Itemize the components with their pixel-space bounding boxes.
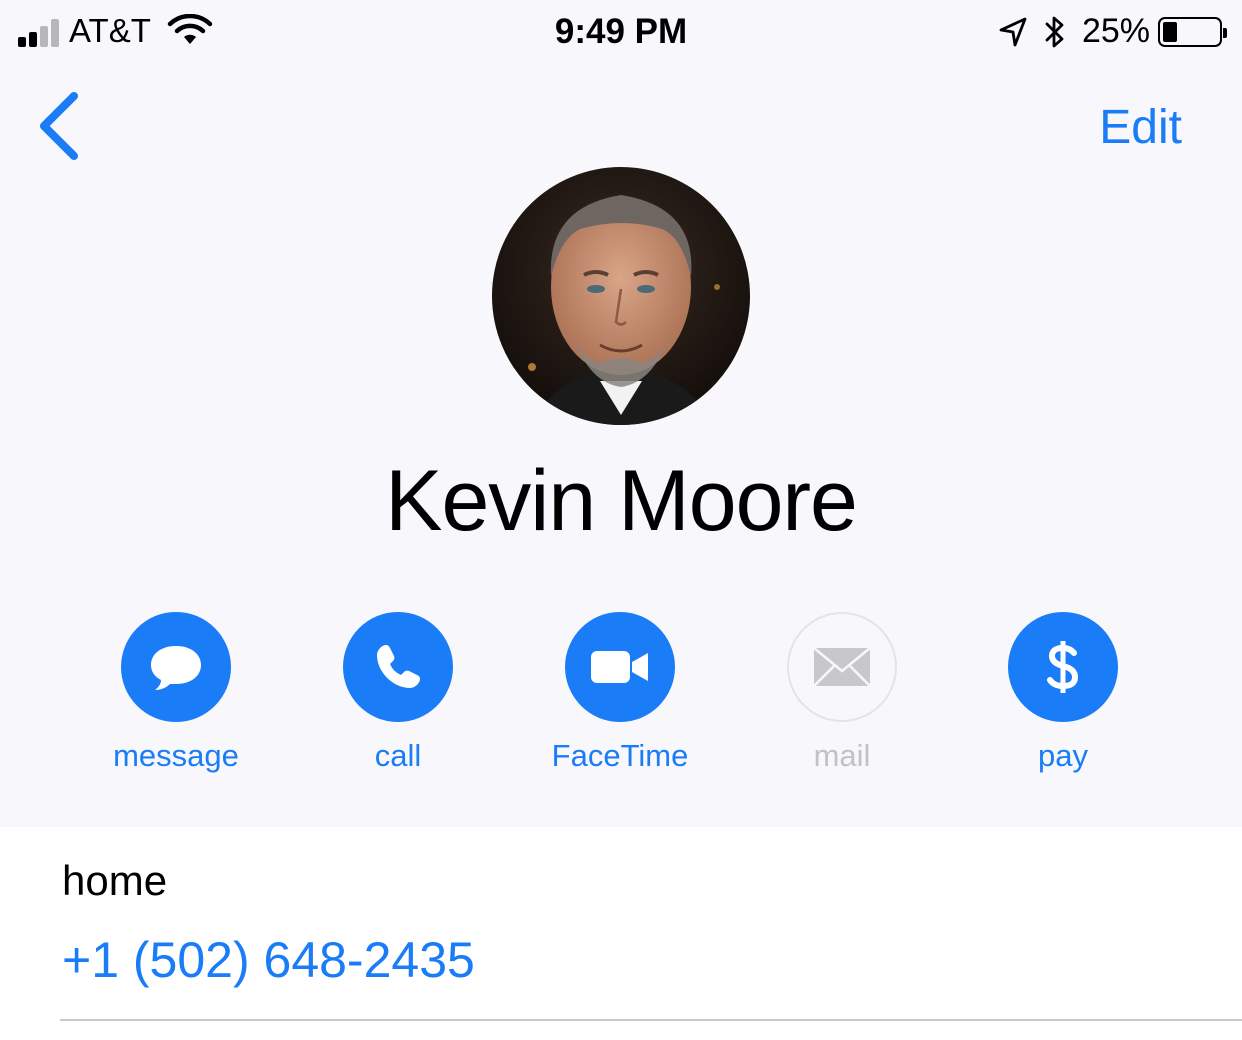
action-label: pay [1038, 738, 1088, 773]
facetime-button[interactable]: FaceTime [520, 612, 720, 774]
back-button[interactable] [30, 86, 90, 166]
message-bubble-icon [151, 646, 201, 690]
mail-button[interactable]: mail [742, 612, 942, 774]
action-label: mail [813, 738, 871, 773]
bluetooth-icon [1045, 16, 1064, 47]
avatar [492, 167, 750, 425]
message-button[interactable]: message [76, 612, 276, 774]
phone-number-link[interactable]: +1 (502) 648-2435 [62, 931, 475, 989]
video-camera-icon [591, 651, 648, 683]
action-label: message [113, 738, 239, 773]
battery-icon [1158, 16, 1227, 47]
location-arrow-icon [999, 17, 1027, 46]
phone-label: home [62, 857, 168, 904]
action-label: call [374, 738, 422, 773]
contact-details: home +1 (502) 648-2435 [0, 827, 1242, 1040]
status-right: 25% [998, 12, 1227, 51]
quick-actions: message call FaceTime mail pay [0, 612, 1242, 782]
phone-icon [377, 645, 420, 688]
pay-button[interactable]: pay [963, 612, 1163, 774]
call-button[interactable]: call [298, 612, 498, 774]
battery-level [1163, 21, 1177, 42]
envelope-icon [813, 647, 871, 687]
chevron-left-icon [40, 92, 78, 160]
status-bar: AT&T 9:49 PM 25% [0, 0, 1242, 64]
action-label: FaceTime [551, 738, 689, 773]
edit-button[interactable]: Edit [1099, 100, 1182, 155]
divider [60, 1019, 1242, 1021]
contact-photo [492, 167, 750, 425]
dollar-icon [1047, 641, 1079, 693]
contact-name: Kevin Moore [385, 453, 858, 549]
battery-percent: 25% [1081, 12, 1150, 50]
